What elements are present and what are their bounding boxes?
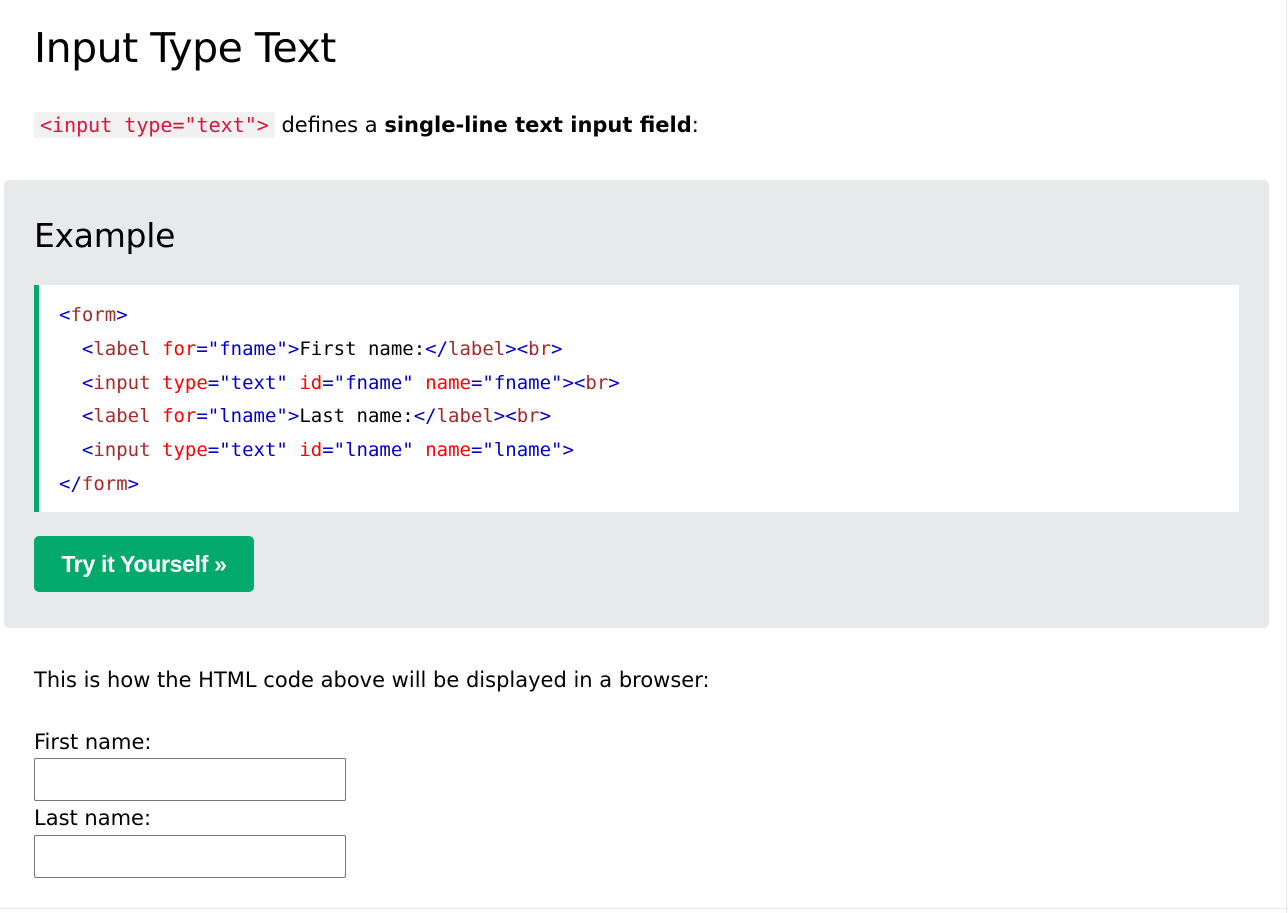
code-bracket: < xyxy=(573,371,586,394)
code-bracket: > xyxy=(116,304,128,326)
code-value: "lname" xyxy=(207,405,288,428)
code-line-2: <label for="fname">First name:</label><b… xyxy=(59,333,1239,367)
code-bracket: < xyxy=(81,439,94,462)
code-tag: label xyxy=(93,337,151,360)
code-bracket: < xyxy=(516,337,529,360)
code-line-4: <label for="lname">Last name:</label><br… xyxy=(59,400,1239,434)
code-equals: = xyxy=(322,439,334,462)
code-tag: br xyxy=(516,405,540,428)
result-description: This is how the HTML code above will be … xyxy=(34,668,710,692)
code-value: "text" xyxy=(219,439,288,462)
code-value: "fname" xyxy=(482,371,563,394)
example-box: Example <form> <label for="fname">First … xyxy=(4,180,1269,628)
code-tag: form xyxy=(81,472,128,495)
code-tag: label xyxy=(448,337,506,360)
code-text: First name: xyxy=(299,337,426,360)
code-bracket: < xyxy=(81,337,94,360)
last-name-label: Last name: xyxy=(34,806,152,830)
code-attr: name xyxy=(425,439,471,462)
code-bracket: > xyxy=(287,337,300,360)
inline-code: <input type="text"> xyxy=(34,112,275,138)
code-bracket: > xyxy=(608,371,620,394)
code-equals: = xyxy=(322,371,334,394)
code-bracket: > xyxy=(127,472,140,495)
code-equals: = xyxy=(196,337,208,360)
intro-colon: : xyxy=(691,113,699,137)
code-attr: for xyxy=(162,337,197,360)
code-line-6: </form> xyxy=(59,468,1239,502)
code-tag: br xyxy=(528,337,552,360)
code-line-1: <form> xyxy=(59,299,1239,333)
code-bracket: > xyxy=(287,405,300,428)
code-attr: for xyxy=(162,405,197,428)
code-block: <form> <label for="fname">First name:</l… xyxy=(34,285,1239,512)
code-line-5: <input type="text" id="lname" name="lnam… xyxy=(59,434,1239,468)
code-bracket: < xyxy=(81,371,94,394)
code-bracket: </ xyxy=(425,337,449,360)
code-bracket: > xyxy=(562,439,574,462)
code-tag: input xyxy=(93,439,151,462)
code-tag: br xyxy=(585,371,609,394)
code-bracket: > xyxy=(551,337,563,360)
code-attr: type xyxy=(162,371,208,394)
code-attr: id xyxy=(299,439,323,462)
code-bracket: </ xyxy=(413,405,437,428)
code-bracket: < xyxy=(59,304,71,326)
first-name-label: First name: xyxy=(34,730,152,754)
code-line-3: <input type="text" id="fname" name="fnam… xyxy=(59,367,1239,401)
try-it-yourself-button[interactable]: Try it Yourself » xyxy=(34,536,254,592)
intro-text: defines a xyxy=(274,113,385,137)
code-attr: id xyxy=(299,371,323,394)
code-equals: = xyxy=(196,405,208,428)
code-tag: form xyxy=(70,304,117,326)
page-title: Input Type Text xyxy=(34,24,336,72)
last-name-field[interactable] xyxy=(34,835,346,878)
code-value: "text" xyxy=(219,371,288,394)
code-bracket: < xyxy=(81,405,94,428)
code-bracket: < xyxy=(505,405,517,428)
code-bracket: > xyxy=(493,405,506,428)
right-divider xyxy=(1286,0,1287,913)
code-bracket: > xyxy=(505,337,517,360)
code-equals: = xyxy=(207,439,220,462)
code-equals: = xyxy=(470,371,483,394)
example-title: Example xyxy=(34,216,176,255)
intro-bold: single-line text input field xyxy=(384,113,692,137)
code-value: "lname" xyxy=(333,439,414,462)
intro-paragraph: <input type="text"> defines a single-lin… xyxy=(34,110,699,140)
code-bracket: > xyxy=(539,405,552,428)
code-bracket: > xyxy=(562,371,574,394)
code-bracket: </ xyxy=(59,472,82,495)
code-text: Last name: xyxy=(299,405,414,428)
code-value: "fname" xyxy=(333,371,414,394)
bottom-divider xyxy=(0,908,1288,909)
code-tag: input xyxy=(93,371,151,394)
code-attr: type xyxy=(162,439,208,462)
code-attr: name xyxy=(425,371,471,394)
code-equals: = xyxy=(207,371,220,394)
code-equals: = xyxy=(470,439,483,462)
code-tag: label xyxy=(93,405,151,428)
first-name-field[interactable] xyxy=(34,758,346,801)
code-value: "fname" xyxy=(207,337,288,360)
code-tag: label xyxy=(436,405,494,428)
code-value: "lname" xyxy=(482,439,563,462)
page: Input Type Text <input type="text"> defi… xyxy=(0,0,1288,913)
